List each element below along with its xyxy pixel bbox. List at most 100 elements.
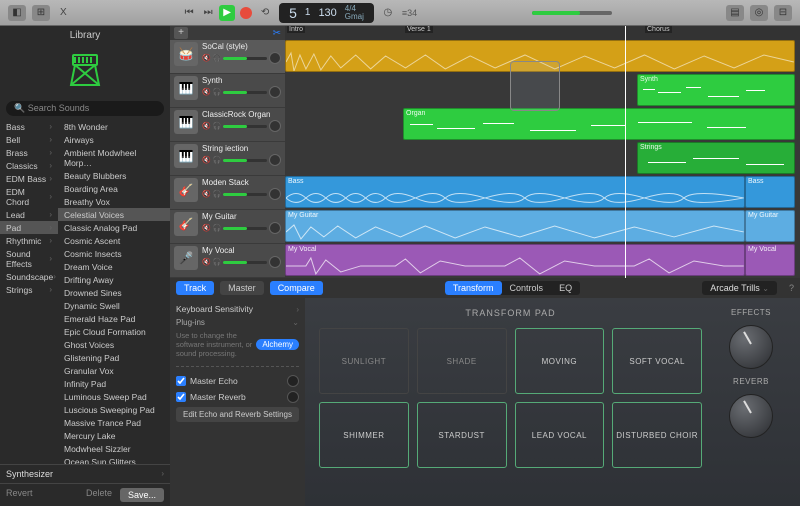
category-item[interactable]: Classics› [0, 159, 58, 172]
library-toggle-button[interactable]: ◧ [8, 5, 26, 21]
compare-button[interactable]: Compare [270, 281, 323, 295]
region-bass-2[interactable]: Bass [745, 176, 795, 208]
patch-item[interactable]: Massive Trance Pad [58, 416, 170, 429]
transform-cell[interactable]: SHIMMER [319, 402, 409, 468]
patch-item[interactable]: Dynamic Swell [58, 299, 170, 312]
patch-item[interactable]: Drowned Sines [58, 286, 170, 299]
transform-cell[interactable]: SUNLIGHT [319, 328, 409, 394]
pan-knob[interactable] [269, 86, 281, 98]
region-vocal-2[interactable]: My Vocal [745, 244, 795, 276]
rewind-button[interactable]: ⏮ [181, 5, 197, 21]
mute-button[interactable]: 🔇 [202, 224, 211, 232]
pan-knob[interactable] [269, 154, 281, 166]
category-item[interactable]: Soundscape› [0, 270, 58, 283]
playhead[interactable] [625, 26, 626, 278]
patch-item[interactable]: Cosmic Insects [58, 247, 170, 260]
volume-slider[interactable] [223, 193, 267, 196]
volume-slider[interactable] [223, 125, 267, 128]
seg-eq[interactable]: EQ [551, 281, 580, 295]
volume-slider[interactable] [223, 261, 267, 264]
preset-selector[interactable]: Arcade Trills ⌄ [702, 281, 777, 295]
mute-button[interactable]: 🔇 [202, 156, 211, 164]
effects-knob[interactable] [729, 325, 773, 369]
volume-slider[interactable] [223, 159, 267, 162]
lcd-display[interactable]: 5 1 130 4/4 Gmaj [279, 3, 374, 23]
cycle-button[interactable]: ⟲ [257, 5, 273, 21]
help-icon[interactable]: ? [789, 283, 794, 293]
chevron-down-icon[interactable]: ⌄ [292, 318, 299, 327]
tab-track[interactable]: Track [176, 281, 214, 295]
track-header[interactable]: 🎤My Vocal🔇🎧 [170, 244, 285, 278]
pan-knob[interactable] [269, 256, 281, 268]
headphones-icon[interactable]: 🎧 [213, 224, 222, 232]
master-volume-slider[interactable] [532, 11, 612, 15]
track-header[interactable]: 🎹ClassicRock Organ🔇🎧 [170, 108, 285, 142]
headphones-icon[interactable]: 🎧 [213, 88, 222, 96]
volume-slider[interactable] [223, 227, 267, 230]
transform-puck[interactable] [510, 61, 560, 111]
headphones-icon[interactable]: 🎧 [213, 156, 222, 164]
patch-item[interactable]: Cosmic Ascent [58, 234, 170, 247]
pan-knob[interactable] [269, 120, 281, 132]
tab-master[interactable]: Master [220, 281, 264, 295]
play-button[interactable]: ▶ [219, 5, 235, 21]
category-item[interactable]: Bass› [0, 120, 58, 133]
keyboard-sensitivity-row[interactable]: Keyboard Sensitivity› [176, 304, 299, 314]
patch-item[interactable]: Luscious Sweeping Pad [58, 403, 170, 416]
headphones-icon[interactable]: 🎧 [213, 190, 222, 198]
mute-button[interactable]: 🔇 [202, 190, 211, 198]
seg-controls[interactable]: Controls [502, 281, 552, 295]
patch-item[interactable]: 8th Wonder [58, 120, 170, 133]
patch-item[interactable]: Breathy Vox [58, 195, 170, 208]
region-bass[interactable]: Bass [285, 176, 745, 208]
scissors-icon[interactable]: ✂ [273, 28, 281, 39]
patch-item[interactable]: Ocean Sun Glitters [58, 455, 170, 464]
reverb-knob[interactable] [287, 391, 299, 403]
patch-item[interactable]: Airways [58, 133, 170, 146]
region-synth[interactable]: Synth [637, 74, 795, 106]
region-guitar[interactable]: My Guitar [285, 210, 745, 242]
patch-item[interactable]: Beauty Blubbers [58, 169, 170, 182]
headphones-icon[interactable]: 🎧 [213, 122, 222, 130]
patch-item[interactable]: Classic Analog Pad [58, 221, 170, 234]
category-item[interactable]: Rhythmic› [0, 234, 58, 247]
patch-item[interactable]: Modwheel Sizzler [58, 442, 170, 455]
transform-cell[interactable]: SOFT VOCAL [612, 328, 702, 394]
volume-slider[interactable] [223, 91, 267, 94]
notepad-button[interactable]: ▤ [726, 5, 744, 21]
pan-knob[interactable] [269, 52, 281, 64]
category-item[interactable]: EDM Chord› [0, 185, 58, 208]
footer-category[interactable]: Synthesizer [6, 469, 53, 479]
mute-button[interactable]: 🔇 [202, 122, 211, 130]
seg-transform[interactable]: Transform [445, 281, 502, 295]
track-header[interactable]: 🎹String iection🔇🎧 [170, 142, 285, 176]
mute-button[interactable]: 🔇 [202, 54, 211, 62]
track-header[interactable]: 🥁SoCal (style)🔇🎧 [170, 40, 285, 74]
track-header[interactable]: 🎹Synth🔇🎧 [170, 74, 285, 108]
category-item[interactable]: Strings› [0, 283, 58, 296]
forward-button[interactable]: ⏭ [200, 5, 216, 21]
editors-button[interactable]: ⊟ [774, 5, 792, 21]
add-track-button[interactable]: + [174, 27, 188, 39]
revert-button[interactable]: Revert [6, 488, 33, 502]
pan-knob[interactable] [269, 222, 281, 234]
mute-button[interactable]: 🔇 [202, 258, 211, 266]
patch-item[interactable]: Ghost Voices [58, 338, 170, 351]
record-button[interactable] [238, 5, 254, 21]
patch-item[interactable]: Emerald Haze Pad [58, 312, 170, 325]
ruler[interactable] [285, 26, 800, 40]
quickhelp-button[interactable]: ⊞ [32, 5, 50, 21]
marker-chorus[interactable]: Chorus [645, 26, 672, 33]
patch-item[interactable]: Ambient Modwheel Morp… [58, 146, 170, 169]
patch-list[interactable]: 8th WonderAirwaysAmbient Modwheel Morp…B… [58, 120, 170, 464]
patch-item[interactable]: Dream Voice [58, 260, 170, 273]
pan-knob[interactable] [269, 188, 281, 200]
metronome-button[interactable]: ◷ [380, 5, 396, 21]
patch-item[interactable]: Celestial Voices [58, 208, 170, 221]
count-in[interactable]: ≡34 [402, 8, 417, 18]
transform-cell[interactable]: DISTURBED CHOIR [612, 402, 702, 468]
patch-item[interactable]: Mercury Lake [58, 429, 170, 442]
patch-item[interactable]: Drifting Away [58, 273, 170, 286]
region-strings[interactable]: Strings [637, 142, 795, 174]
delete-button[interactable]: Delete [86, 488, 112, 502]
